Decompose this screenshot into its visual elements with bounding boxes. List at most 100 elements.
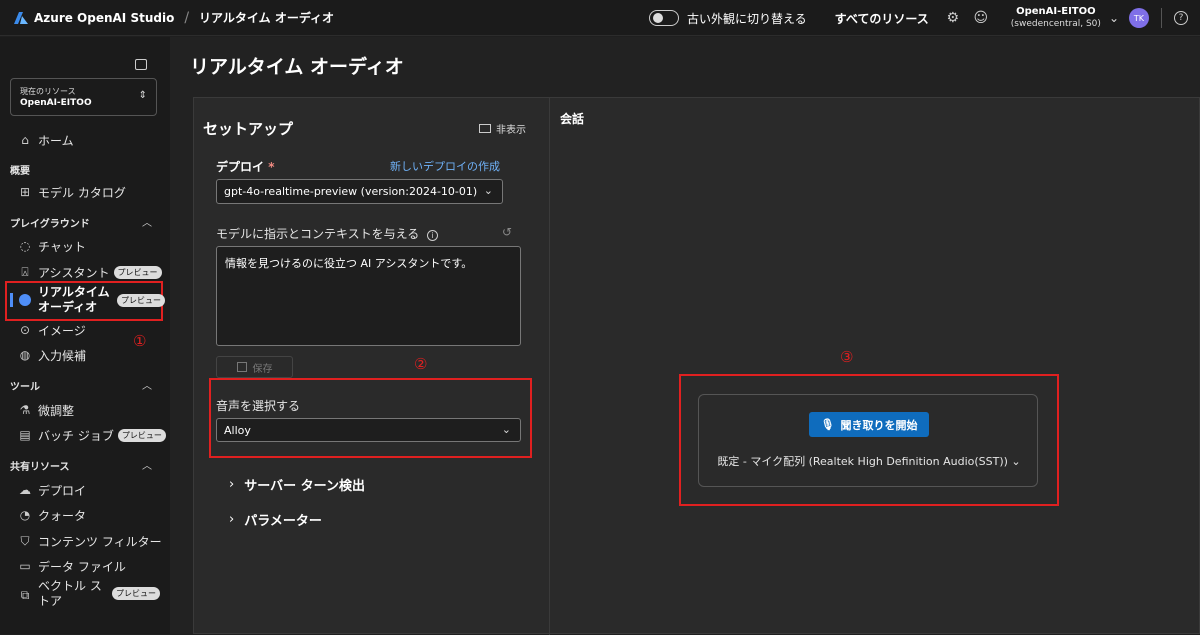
microphone-select[interactable]: 既定 - マイク配列 (Realtek High Definition Audi…	[699, 453, 1039, 469]
voice-select[interactable]: Alloy ⌄	[216, 418, 521, 442]
realtime-audio-card: セットアップ 非表示 デプロイ * 新しいデプロイの作成 gpt-4o-real…	[193, 97, 1200, 635]
account-name: OpenAI-EITOO	[1016, 6, 1096, 17]
assistant-icon: ⍓	[21, 264, 29, 279]
sidebar-item-vector-store[interactable]: ⧉ ベクトル ストア プレビュー	[18, 579, 160, 613]
sidebar-item-label: デプロイ	[38, 483, 87, 498]
sidebar-item-chat[interactable]: ◌ チャット	[18, 237, 86, 255]
annotation-number-3: ③	[840, 348, 854, 366]
save-icon	[236, 362, 247, 372]
sidebar-item-finetune[interactable]: ⚗ 微調整	[18, 401, 74, 419]
deploy-select[interactable]: gpt-4o-realtime-preview (version:2024-10…	[216, 179, 503, 204]
server-turn-expander[interactable]: › サーバー ターン検出	[229, 475, 365, 494]
start-listening-button[interactable]: 🎙 聞き取りを開始	[809, 412, 929, 437]
sidebar-item-label: チャット	[38, 239, 86, 254]
sidebar-item-label: モデル カタログ	[38, 185, 126, 200]
chevron-down-icon: ⌄	[501, 423, 511, 436]
preview-badge: プレビュー	[117, 294, 165, 307]
system-message-input[interactable]: 情報を見つけるのに役立つ AI アシスタントです。	[216, 246, 521, 346]
new-deploy-link[interactable]: 新しいデプロイの作成	[390, 158, 500, 174]
section-shared-resources[interactable]: 共有リソース	[10, 458, 70, 473]
sidebar-item-label: クォータ	[38, 508, 87, 523]
preview-badge: プレビュー	[117, 428, 166, 442]
sidebar-item-deploy[interactable]: ☁ デプロイ	[18, 481, 86, 499]
chevron-up-icon[interactable]: ︿	[142, 377, 152, 392]
chevron-down-icon: ⌄	[1011, 455, 1021, 468]
voice-label: 音声を選択する	[216, 399, 301, 413]
sidebar-item-label: アシスタント	[38, 265, 110, 280]
hide-label: 非表示	[496, 125, 526, 136]
cloud-icon: ☁	[19, 483, 31, 497]
server-turn-label: サーバー ターン検出	[244, 479, 365, 494]
collapse-sidebar-icon[interactable]	[135, 59, 147, 70]
reset-icon[interactable]: ↺	[502, 225, 512, 239]
resource-label: 現在のリソース	[20, 87, 76, 96]
parameters-label: パラメーター	[244, 514, 322, 529]
brand-name: Azure OpenAI Studio	[34, 10, 175, 25]
hide-setup-button[interactable]: 非表示	[479, 121, 526, 136]
classic-view-label: 古い外観に切り替える	[687, 11, 807, 26]
microphone-icon: 🎙	[820, 418, 835, 431]
sidebar-item-label: バッチ ジョブ	[38, 428, 114, 443]
section-tools[interactable]: ツール	[10, 378, 40, 393]
voice-select-value: Alloy	[224, 423, 251, 437]
deploy-select-value: gpt-4o-realtime-preview (version:2024-10…	[224, 185, 478, 198]
sidebar: 現在のリソース OpenAI-EITOO ⇕ ⌂ ホーム 概要 ⊞ モデル カタ…	[0, 37, 170, 634]
info-icon[interactable]: i	[427, 230, 439, 241]
chevron-up-icon[interactable]: ︿	[142, 457, 152, 472]
sidebar-item-quota[interactable]: ◔ クォータ	[18, 506, 86, 524]
help-icon[interactable]: ?	[1174, 11, 1188, 25]
save-button[interactable]: 保存	[216, 356, 293, 378]
sidebar-item-label: イメージ	[38, 323, 86, 338]
annotation-number-2: ②	[414, 355, 428, 373]
catalog-icon: ⊞	[19, 185, 31, 199]
annotation-number-1: ①	[133, 332, 147, 350]
realtime-audio-icon	[19, 294, 31, 306]
shield-icon: ⛉	[20, 533, 30, 548]
chat-icon: ◌	[19, 239, 31, 253]
breadcrumb-separator: /	[184, 9, 190, 26]
sidebar-item-label: ベクトル ストア	[38, 579, 102, 608]
sidebar-item-realtime-audio[interactable]: リアルタイム オーディオ	[38, 285, 113, 315]
preview-badge: プレビュー	[113, 265, 162, 279]
sidebar-item-label: 微調整	[38, 403, 75, 418]
top-bar: Azure OpenAI Studio / リアルタイム オーディオ 古い外観に…	[0, 0, 1200, 36]
home-icon: ⌂	[21, 133, 29, 147]
chevron-up-icon[interactable]: ︿	[142, 214, 152, 229]
resource-selector[interactable]: 現在のリソース OpenAI-EITOO ⇕	[10, 78, 157, 116]
chevron-down-icon: ⌄	[483, 184, 493, 197]
chevron-right-icon: ›	[229, 477, 235, 492]
settings-gear-icon[interactable]: ⚙	[945, 10, 961, 26]
vector-store-icon: ⧉	[20, 587, 30, 602]
quota-icon: ◔	[19, 508, 31, 522]
completion-icon: ◍	[19, 348, 31, 362]
flask-icon: ⚗	[19, 403, 31, 417]
resource-value: OpenAI-EITOO	[20, 98, 92, 108]
sidebar-item-assistant[interactable]: ⍓ アシスタント プレビュー	[18, 263, 162, 281]
brand[interactable]: Azure OpenAI Studio	[14, 11, 174, 25]
sidebar-item-home[interactable]: ⌂ ホーム	[18, 131, 74, 149]
all-resources-link[interactable]: すべてのリソース	[835, 10, 929, 27]
chevron-down-icon[interactable]: ⌄	[1109, 11, 1119, 25]
setup-title: セットアップ	[203, 120, 294, 138]
file-icon: ▭	[19, 559, 31, 573]
listen-panel: 🎙 聞き取りを開始 既定 - マイク配列 (Realtek High Defin…	[698, 394, 1038, 487]
azure-logo-icon	[14, 11, 28, 24]
sidebar-item-image[interactable]: ⊙ イメージ	[18, 321, 86, 339]
sidebar-item-label: コンテンツ フィルター	[38, 534, 162, 549]
avatar[interactable]: TK	[1129, 8, 1149, 28]
microphone-select-value: 既定 - マイク配列 (Realtek High Definition Audi…	[717, 455, 1008, 468]
sidebar-item-batch-job[interactable]: ▤ バッチ ジョブ プレビュー	[18, 426, 166, 444]
classic-view-toggle[interactable]	[649, 10, 680, 26]
account-info[interactable]: OpenAI-EITOO (swedencentral, S0)	[1011, 6, 1101, 30]
divider	[1161, 8, 1162, 28]
instruction-label: モデルに指示とコンテキストを与える i	[216, 225, 439, 242]
parameters-expander[interactable]: › パラメーター	[229, 510, 322, 529]
page-title: リアルタイム オーディオ	[190, 56, 404, 78]
sidebar-item-content-filter[interactable]: ⛉ コンテンツ フィルター	[18, 532, 162, 550]
sidebar-item-model-catalog[interactable]: ⊞ モデル カタログ	[18, 183, 126, 201]
sidebar-item-label: ホーム	[38, 133, 74, 148]
section-playground[interactable]: プレイグラウンド	[10, 215, 90, 230]
sidebar-item-completion[interactable]: ◍ 入力候補	[18, 346, 86, 364]
sidebar-item-data-file[interactable]: ▭ データ ファイル	[18, 557, 126, 575]
feedback-smiley-icon[interactable]: ☺	[973, 10, 989, 26]
